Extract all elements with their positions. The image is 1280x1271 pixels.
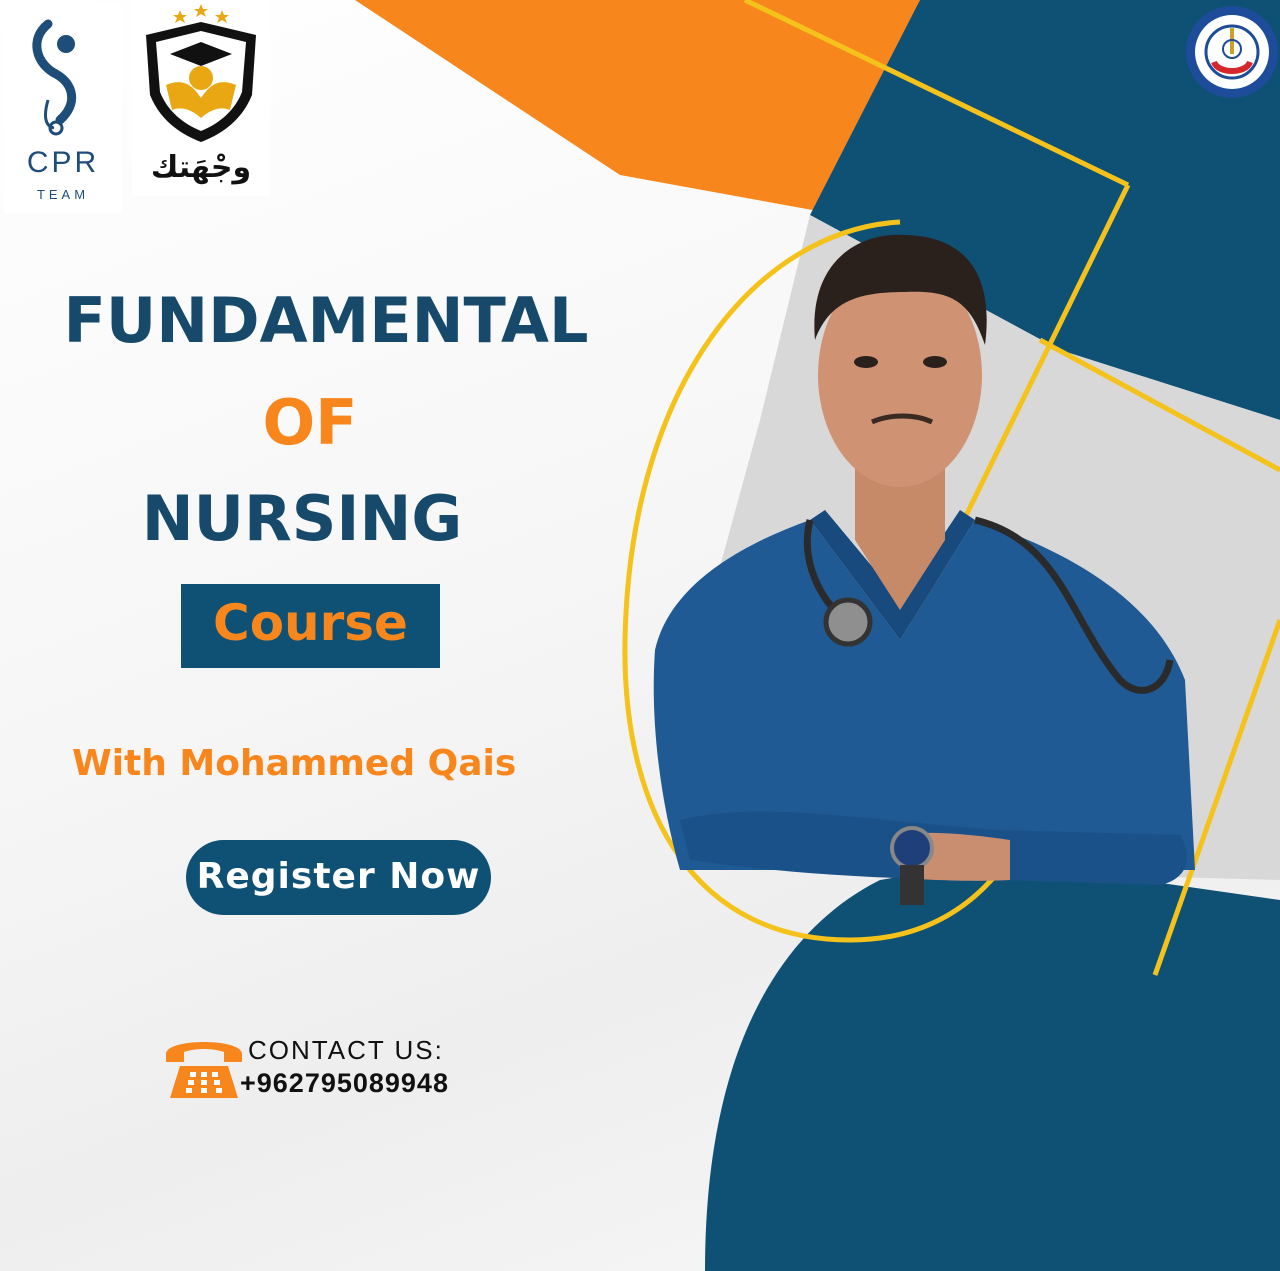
wajhatak-logo-name: وجْهَتك: [150, 150, 252, 185]
cpr-team-logo: CPR TEAM: [4, 4, 122, 214]
cpr-logo-subtitle: TEAM: [36, 187, 90, 202]
course-label: Course: [181, 584, 440, 668]
university-seal-icon: [1184, 4, 1280, 100]
title-line-3: NURSING: [141, 482, 463, 555]
graduation-shield-icon: [146, 4, 256, 142]
contact-phone-number[interactable]: +962795089948: [240, 1068, 449, 1099]
instructor-name: With Mohammed Qais: [72, 743, 517, 784]
poster: CPR TEAM وجْهَتك FUNDAMENTAL OF NURSING: [0, 0, 1280, 1271]
title-line-2: OF: [262, 386, 358, 459]
cpr-logo-name: CPR: [26, 146, 100, 179]
navy-bottom-shape: [705, 860, 1280, 1271]
title-line-1: FUNDAMENTAL: [63, 284, 589, 357]
register-now-button[interactable]: Register Now: [186, 840, 491, 915]
stethoscope-s-icon: [32, 19, 77, 136]
telephone-icon: [166, 1042, 242, 1098]
contact-label: CONTACT US:: [248, 1035, 444, 1065]
wajhatak-logo: وجْهَتك: [132, 0, 270, 196]
